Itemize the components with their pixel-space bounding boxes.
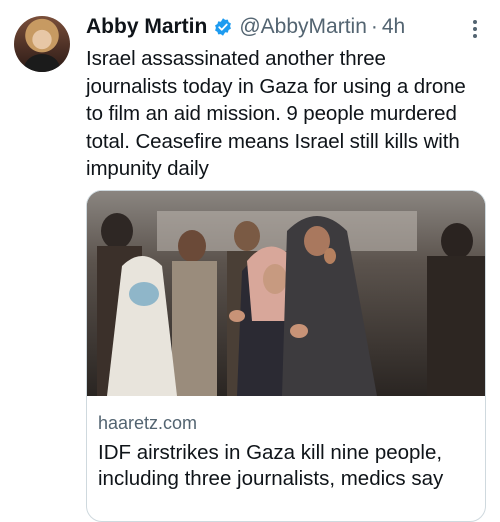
- card-domain: haaretz.com: [98, 413, 198, 433]
- tweet-line: total. Ceasefire means Israel still kill…: [86, 129, 460, 153]
- verified-badge-icon: [213, 17, 233, 37]
- author-name[interactable]: Abby Martin: [86, 15, 207, 39]
- card-image[interactable]: [87, 191, 485, 396]
- tweet-line: impunity daily: [86, 157, 209, 180]
- tweet-text: Israel assassinated another three journa…: [86, 45, 496, 183]
- tweet-header: Abby Martin @AbbyMartin · 4h: [86, 13, 480, 41]
- tweet-timestamp[interactable]: 4h: [382, 15, 405, 39]
- author-handle[interactable]: @AbbyMartin: [239, 15, 367, 39]
- more-vertical-icon[interactable]: [472, 20, 478, 40]
- card-title-line: including three journalists, medics say: [98, 467, 444, 490]
- card-title-line: IDF airstrikes in Gaza kill nine people,: [98, 441, 443, 464]
- card-title: IDF airstrikes in Gaza kill nine people,…: [98, 440, 478, 492]
- link-card[interactable]: haaretz.com IDF airstrikes in Gaza kill …: [86, 190, 486, 522]
- tweet-line: journalists today in Gaza for using a dr…: [86, 74, 466, 98]
- tweet-line: Israel assassinated another three: [86, 47, 386, 70]
- avatar[interactable]: [14, 16, 70, 72]
- separator-dot: ·: [370, 15, 378, 38]
- tweet-line: to film an aid mission. 9 people murdere…: [86, 102, 457, 125]
